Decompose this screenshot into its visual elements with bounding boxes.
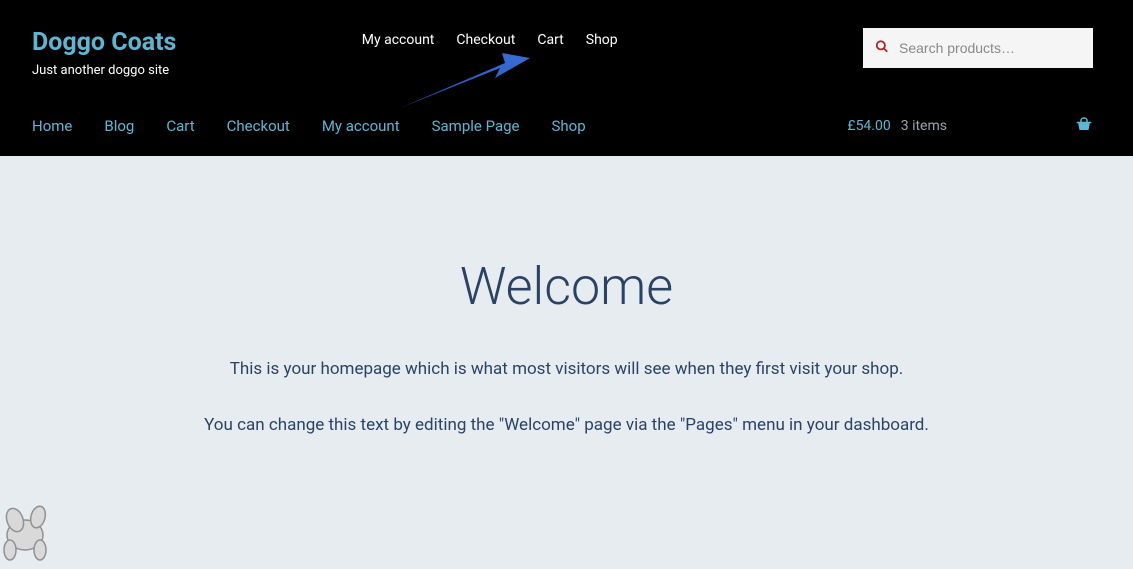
nav-sample-page[interactable]: Sample Page [432, 117, 520, 135]
basket-icon [1075, 116, 1093, 136]
nav-my-account[interactable]: My account [362, 32, 435, 48]
decorative-doggo-icon [0, 495, 70, 569]
nav-cart[interactable]: Cart [537, 32, 563, 48]
search-container [863, 28, 1093, 68]
intro-text-1: This is your homepage which is what most… [40, 357, 1093, 383]
nav-checkout[interactable]: Checkout [456, 32, 515, 48]
cart-items-count: 3 items [901, 118, 947, 134]
search-icon [875, 39, 889, 58]
page-heading: Welcome [40, 256, 1093, 317]
nav-cart-main[interactable]: Cart [166, 117, 194, 135]
site-tagline: Just another doggo site [32, 63, 176, 78]
site-title[interactable]: Doggo Coats [32, 28, 176, 57]
nav-home[interactable]: Home [32, 117, 72, 135]
nav-checkout-main[interactable]: Checkout [227, 117, 290, 135]
site-header: Doggo Coats Just another doggo site My a… [0, 0, 1133, 156]
nav-blog[interactable]: Blog [104, 117, 134, 135]
header-bottom-row: Home Blog Cart Checkout My account Sampl… [0, 98, 1133, 156]
nav-shop[interactable]: Shop [586, 32, 618, 48]
header-top-row: Doggo Coats Just another doggo site My a… [0, 0, 1133, 98]
nav-my-account-main[interactable]: My account [322, 117, 400, 135]
nav-shop-main[interactable]: Shop [552, 117, 586, 135]
site-branding: Doggo Coats Just another doggo site [32, 28, 176, 78]
cart-summary[interactable]: £54.00 3 items [847, 116, 1093, 136]
primary-nav: Home Blog Cart Checkout My account Sampl… [32, 117, 586, 135]
intro-text-2: You can change this text by editing the … [40, 413, 1093, 439]
main-content: Welcome This is your homepage which is w… [0, 156, 1133, 508]
cart-total: £54.00 [847, 118, 890, 134]
secondary-nav: My account Checkout Cart Shop [362, 28, 618, 48]
search-input[interactable] [863, 28, 1093, 68]
